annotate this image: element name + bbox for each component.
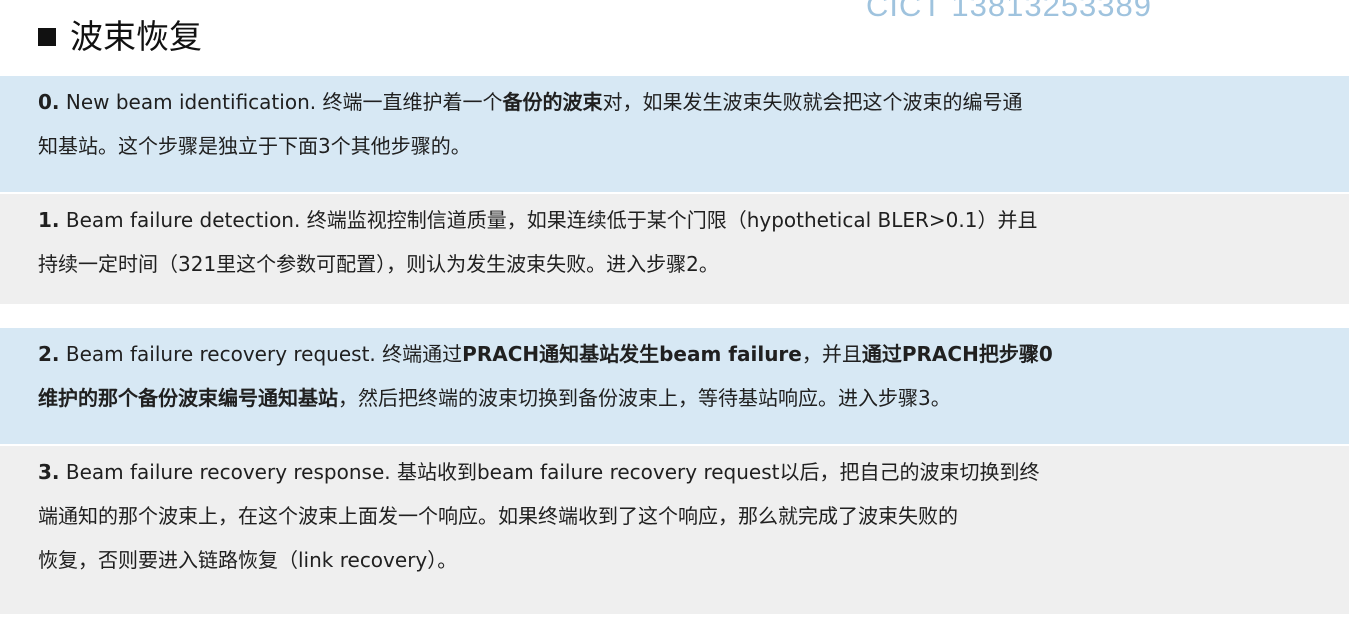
step-0-text: 对，如果发生波束失败就会把这个波束的编号通 — [602, 90, 1023, 114]
step-2-block: 2. Beam failure recovery request. 终端通过PR… — [0, 328, 1349, 444]
step-1-line-1: 1. Beam failure detection. 终端监视控制信道质量，如果… — [38, 198, 1349, 242]
square-bullet-icon — [38, 28, 56, 46]
step-3-text: 恢复，否则要进入链路恢复（link recovery）。 — [38, 548, 458, 572]
step-3-number: 3. — [38, 460, 60, 484]
step-2-highlight: PRACH通知基站发生beam failure — [462, 342, 802, 366]
step-0-number: 0. — [38, 90, 60, 114]
step-0-highlight: 备份的波束 — [502, 90, 603, 114]
step-2-text: Beam failure recovery request. 终端通过 — [59, 342, 463, 366]
step-3-block: 3. Beam failure recovery response. 基站收到b… — [0, 446, 1349, 614]
step-3-line-3: 恢复，否则要进入链路恢复（link recovery）。 — [38, 538, 1349, 582]
step-0-line-2: 知基站。这个步骤是独立于下面3个其他步骤的。 — [38, 124, 1349, 168]
step-3-line-2: 端通知的那个波束上，在这个波束上面发一个响应。如果终端收到了这个响应，那么就完成… — [38, 494, 1349, 538]
step-1-block: 1. Beam failure detection. 终端监视控制信道质量，如果… — [0, 194, 1349, 304]
step-1-number: 1. — [38, 208, 60, 232]
step-3-text: Beam failure recovery response. 基站收到beam… — [59, 460, 1040, 484]
step-2-text: ，并且 — [801, 342, 862, 366]
page-title: 波束恢复 — [70, 17, 202, 56]
step-2-highlight: 通过PRACH把步骤0 — [861, 342, 1053, 366]
step-2-number: 2. — [38, 342, 60, 366]
step-3-line-1: 3. Beam failure recovery response. 基站收到b… — [38, 450, 1349, 494]
step-2-text: ，然后把终端的波束切换到备份波束上，等待基站响应。进入步骤3。 — [338, 386, 951, 410]
step-2-line-2: 维护的那个备份波束编号通知基站，然后把终端的波束切换到备份波束上，等待基站响应。… — [38, 376, 1349, 420]
step-2-line-1: 2. Beam failure recovery request. 终端通过PR… — [38, 332, 1349, 376]
step-1-text: Beam failure detection. 终端监视控制信道质量，如果连续低… — [59, 208, 1038, 232]
step-0-text: 知基站。这个步骤是独立于下面3个其他步骤的。 — [38, 134, 471, 158]
step-1-text: 持续一定时间（321里这个参数可配置），则认为发生波束失败。进入步骤2。 — [38, 252, 719, 276]
slide-header: 波束恢复 — [38, 12, 202, 62]
watermark-text: CICT 13813253389 — [866, 0, 1153, 23]
step-0-text: New beam identification. 终端一直维护着一个 — [59, 90, 503, 114]
step-2-highlight: 维护的那个备份波束编号通知基站 — [38, 386, 338, 410]
step-0-block: 0. New beam identification. 终端一直维护着一个备份的… — [0, 76, 1349, 192]
step-3-text: 端通知的那个波束上，在这个波束上面发一个响应。如果终端收到了这个响应，那么就完成… — [38, 504, 958, 528]
step-1-line-2: 持续一定时间（321里这个参数可配置），则认为发生波束失败。进入步骤2。 — [38, 242, 1349, 286]
step-0-line-1: 0. New beam identification. 终端一直维护着一个备份的… — [38, 80, 1349, 124]
